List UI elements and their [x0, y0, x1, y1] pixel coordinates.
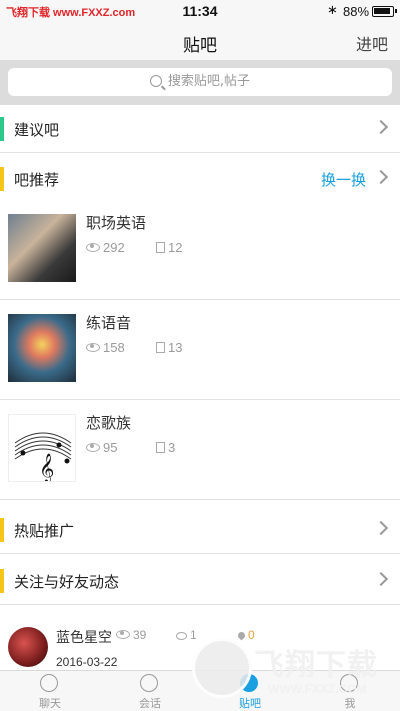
section-follow[interactable]: 关注与好友动态 — [0, 557, 400, 605]
chevron-right-icon — [373, 571, 389, 587]
section-hot[interactable]: 热贴推广 — [0, 506, 400, 554]
chevron-right-icon — [373, 520, 389, 536]
document-icon — [156, 442, 165, 454]
post-count: 3 — [156, 440, 175, 455]
bar-card[interactable]: 𝄞 恋歌族 95 3 — [0, 400, 400, 500]
eye-icon — [86, 343, 100, 353]
post-count-value: 13 — [168, 340, 183, 355]
feed-date: 2016-03-22 — [56, 655, 118, 669]
bar-thumbnail — [8, 314, 76, 382]
section-label: 热贴推广 — [14, 522, 75, 540]
svg-text:𝄞: 𝄞 — [39, 453, 54, 482]
chevron-right-icon[interactable] — [373, 169, 389, 185]
tab-chat[interactable]: 聊天 — [0, 671, 100, 711]
eye-icon — [86, 443, 100, 453]
feed-view-value: 39 — [133, 628, 147, 642]
bar-name: 练语音 — [86, 314, 132, 332]
feed-username: 蓝色星空 — [56, 630, 112, 646]
section-label: 建议吧 — [14, 121, 60, 139]
search-placeholder: 搜索贴吧,帖子 — [167, 74, 251, 89]
post-count: 12 — [156, 240, 182, 255]
document-icon — [156, 242, 165, 254]
avatar[interactable] — [8, 627, 48, 667]
conversation-icon — [140, 674, 158, 692]
search-icon — [149, 75, 162, 87]
watermark-url: WWW.FXXZ.COM — [268, 682, 367, 696]
section-label: 吧推荐 — [14, 171, 60, 189]
search-area: 搜索贴吧,帖子 — [0, 60, 400, 105]
enter-bar-button[interactable]: 进吧 — [356, 31, 388, 55]
bar-name: 恋歌族 — [86, 414, 132, 432]
status-time: 11:34 — [182, 3, 218, 19]
post-count-value: 12 — [168, 240, 183, 255]
comment-icon — [176, 631, 187, 640]
view-count-value: 158 — [103, 340, 125, 355]
bar-card[interactable]: 职场英语 292 12 — [0, 200, 400, 300]
nav-bar: 贴吧 进吧 — [0, 24, 400, 60]
chevron-right-icon — [373, 119, 389, 135]
view-count: 95 — [86, 440, 117, 455]
eye-icon — [116, 630, 130, 640]
bar-name: 职场英语 — [86, 214, 147, 232]
battery-percent: 88% — [343, 4, 370, 19]
post-count: 13 — [156, 340, 182, 355]
chat-bubble-icon — [40, 674, 58, 692]
feed-view-count: 39 — [116, 628, 146, 642]
section-accent-bar — [0, 167, 4, 191]
bluetooth-icon: ∗ — [327, 3, 338, 18]
music-notes-icon: 𝄞 — [14, 432, 72, 482]
view-count: 292 — [86, 240, 125, 255]
watermark-title: 飞翔下载 — [254, 648, 378, 683]
section-accent-bar — [0, 569, 4, 593]
section-suggest[interactable]: 建议吧 — [0, 105, 400, 153]
refresh-button[interactable]: 换一换 — [321, 169, 366, 190]
view-count-value: 95 — [103, 440, 118, 455]
section-recommend: 吧推荐 换一换 — [0, 155, 400, 203]
search-input[interactable]: 搜索贴吧,帖子 — [8, 68, 392, 96]
tab-conversation[interactable]: 会话 — [100, 671, 200, 711]
battery-fill — [374, 8, 390, 14]
bar-thumbnail: 𝄞 — [8, 414, 76, 482]
post-count-value: 3 — [168, 440, 176, 455]
battery-icon — [372, 6, 397, 17]
document-icon — [156, 342, 165, 354]
page-title: 贴吧 — [183, 36, 217, 56]
section-accent-bar — [0, 117, 4, 141]
section-label: 关注与好友动态 — [14, 573, 120, 591]
tab-label: 聊天 — [39, 697, 61, 710]
view-count-value: 292 — [103, 240, 125, 255]
watermark-overlay: 飞翔下载 WWW.FXXZ.COM — [192, 632, 392, 708]
watermark-logo-icon — [192, 638, 252, 698]
bar-card[interactable]: 练语音 158 13 — [0, 300, 400, 400]
eye-icon — [86, 243, 100, 253]
tab-label: 会话 — [139, 697, 161, 710]
view-count: 158 — [86, 340, 125, 355]
bar-thumbnail — [8, 214, 76, 282]
section-accent-bar — [0, 518, 4, 542]
status-bar: 飞翔下载 www.FXXZ.com 11:34 ∗ 88% — [0, 0, 400, 24]
